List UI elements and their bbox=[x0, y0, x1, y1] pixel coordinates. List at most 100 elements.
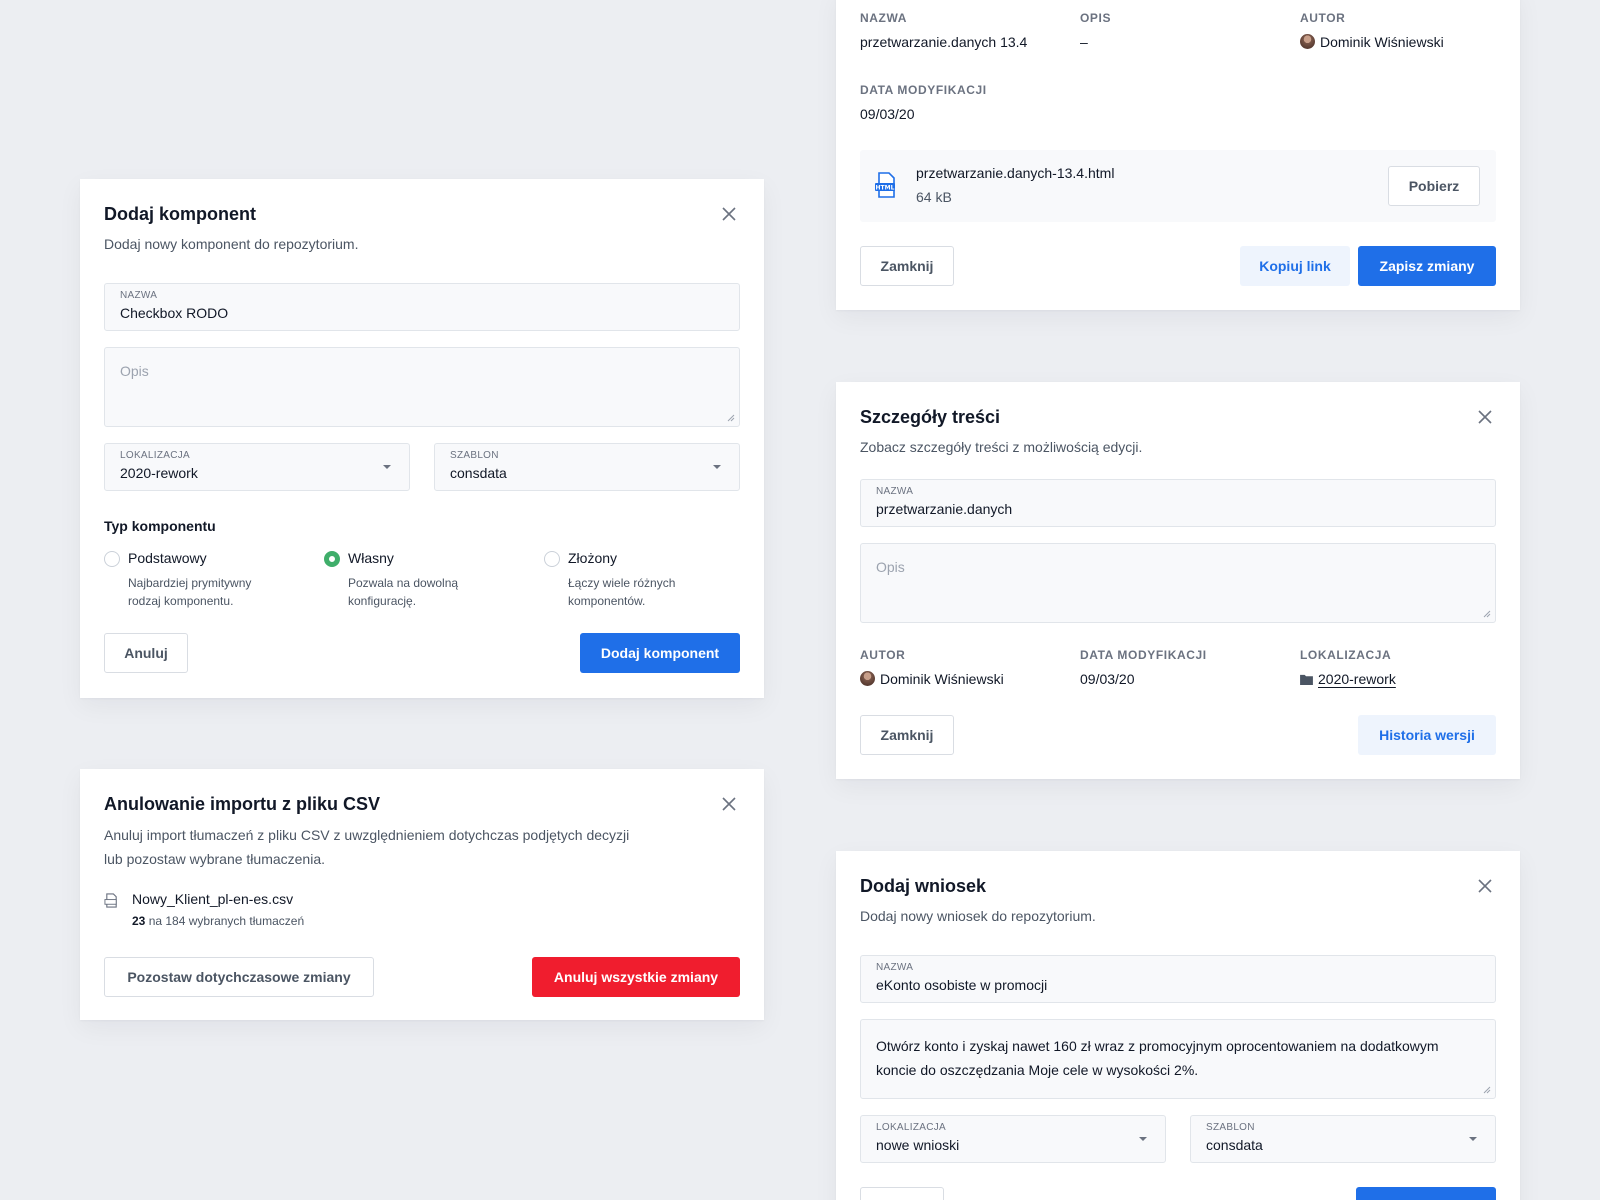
name-field[interactable]: NAZWA przetwarzanie.danych bbox=[860, 479, 1496, 527]
radio-basic[interactable] bbox=[104, 551, 120, 567]
location-label: LOKALIZACJA bbox=[120, 450, 190, 461]
attachment-file-name[interactable]: przetwarzanie.danych-13.4.html bbox=[916, 165, 1114, 181]
template-select[interactable]: SZABLON consdata bbox=[434, 443, 740, 491]
chevron-down-icon bbox=[1139, 1137, 1147, 1141]
avatar bbox=[860, 671, 875, 686]
name-field-label: NAZWA bbox=[876, 962, 914, 973]
subtitle-line-1: Anuluj import tłumaczeń z pliku CSV z uw… bbox=[104, 827, 630, 843]
name-field-label: NAZWA bbox=[120, 290, 158, 301]
close-icon[interactable] bbox=[720, 205, 738, 223]
template-value: consdata bbox=[1206, 1137, 1263, 1153]
cancel-button[interactable]: Anuluj bbox=[104, 633, 188, 673]
radio-basic-desc-1: Najbardziej prymitywny bbox=[128, 576, 252, 590]
name-field[interactable]: NAZWA eKonto osobiste w promocji bbox=[860, 955, 1496, 1003]
save-changes-button[interactable]: Zapisz zmiany bbox=[1358, 246, 1496, 286]
subtitle-line-2: lub pozostaw wybrane tłumaczenia. bbox=[104, 851, 326, 867]
dialog-title: Szczegóły treści bbox=[860, 407, 1001, 427]
component-type-heading: Typ komponentu bbox=[104, 518, 216, 534]
radio-custom-label[interactable]: Własny bbox=[348, 550, 394, 566]
location-select[interactable]: LOKALIZACJA 2020-rework bbox=[104, 443, 410, 491]
version-history-button[interactable]: Historia wersji bbox=[1358, 715, 1496, 755]
description-label: OPIS bbox=[1080, 11, 1112, 25]
name-field-value: przetwarzanie.danych bbox=[876, 501, 1013, 517]
add-request-dialog: Dodaj wniosek Dodaj nowy wniosek do repo… bbox=[836, 851, 1520, 1200]
resize-handle-icon[interactable] bbox=[1483, 1086, 1491, 1094]
modified-label: DATA MODYFIKACJI bbox=[1080, 648, 1207, 662]
author-value: Dominik Wiśniewski bbox=[1300, 34, 1444, 50]
radio-composite-desc-1: Łączy wiele różnych bbox=[568, 576, 676, 590]
folder-icon bbox=[1300, 674, 1313, 685]
modified-value: 09/03/20 bbox=[1080, 671, 1135, 687]
radio-basic-desc-2: rodzaj komponentu. bbox=[128, 594, 234, 608]
resize-handle-icon[interactable] bbox=[1483, 610, 1491, 618]
description-textarea[interactable]: Otwórz konto i zyskaj nawet 160 zł wraz … bbox=[860, 1019, 1496, 1099]
name-field-value: eKonto osobiste w promocji bbox=[876, 977, 1048, 993]
location-value: 2020-rework bbox=[120, 465, 198, 481]
description-value: Otwórz konto i zyskaj nawet 160 zł wraz … bbox=[876, 1038, 1439, 1078]
close-icon[interactable] bbox=[1476, 877, 1494, 895]
name-field[interactable]: NAZWA Checkbox RODO bbox=[104, 283, 740, 331]
resize-handle-icon[interactable] bbox=[727, 414, 735, 422]
author-name: Dominik Wiśniewski bbox=[1320, 34, 1444, 50]
description-textarea[interactable]: Opis bbox=[104, 347, 740, 427]
add-component-button[interactable]: Dodaj komponent bbox=[580, 633, 740, 673]
location-link[interactable]: 2020-rework bbox=[1318, 671, 1396, 687]
dialog-subtitle: Dodaj nowy komponent do repozytorium. bbox=[104, 236, 359, 252]
location-label: LOKALIZACJA bbox=[1300, 648, 1392, 662]
radio-composite-label[interactable]: Złożony bbox=[568, 550, 617, 566]
template-label: SZABLON bbox=[1206, 1122, 1255, 1133]
close-button[interactable]: Zamknij bbox=[860, 246, 954, 286]
name-label: NAZWA bbox=[860, 11, 907, 25]
dialog-title: Anulowanie importu z pliku CSV bbox=[104, 794, 381, 814]
location-label: LOKALIZACJA bbox=[876, 1122, 946, 1133]
file-details-dialog: NAZWA przetwarzanie.danych 13.4 OPIS – A… bbox=[836, 0, 1520, 310]
radio-basic-label[interactable]: Podstawowy bbox=[128, 550, 207, 566]
radio-composite-desc-2: komponentów. bbox=[568, 594, 646, 608]
svg-text:HTML: HTML bbox=[876, 185, 895, 192]
count-text: na 184 wybranych tłumaczeń bbox=[148, 914, 305, 928]
location-select[interactable]: LOKALIZACJA nowe wnioski bbox=[860, 1115, 1166, 1163]
modified-label: DATA MODYFIKACJI bbox=[860, 83, 987, 97]
close-icon[interactable] bbox=[720, 795, 738, 813]
dialog-title: Dodaj wniosek bbox=[860, 876, 987, 896]
attachment-row: HTML przetwarzanie.danych-13.4.html 64 k… bbox=[860, 150, 1496, 222]
radio-composite[interactable] bbox=[544, 551, 560, 567]
add-component-dialog: Dodaj komponent Dodaj nowy komponent do … bbox=[80, 179, 764, 698]
csv-file-name: Nowy_Klient_pl-en-es.csv bbox=[132, 891, 294, 907]
author-name: Dominik Wiśniewski bbox=[880, 671, 1004, 687]
template-label: SZABLON bbox=[450, 450, 499, 461]
description-value: – bbox=[1080, 34, 1088, 50]
location-value: 2020-rework bbox=[1300, 671, 1396, 687]
close-button[interactable]: Zamknij bbox=[860, 715, 954, 755]
chevron-down-icon bbox=[713, 465, 721, 469]
download-button[interactable]: Pobierz bbox=[1388, 166, 1480, 206]
description-textarea[interactable]: Opis bbox=[860, 543, 1496, 623]
chevron-down-icon bbox=[383, 465, 391, 469]
keep-changes-button[interactable]: Pozostaw dotychczasowe zmiany bbox=[104, 957, 374, 997]
template-select[interactable]: SZABLON consdata bbox=[1190, 1115, 1496, 1163]
copy-link-button[interactable]: Kopiuj link bbox=[1240, 246, 1350, 286]
radio-custom-desc-1: Pozwala na dowolną bbox=[348, 576, 459, 590]
avatar bbox=[1300, 34, 1315, 49]
location-value: nowe wnioski bbox=[876, 1137, 960, 1153]
dialog-subtitle: Zobacz szczegóły treści z możliwością ed… bbox=[860, 439, 1143, 455]
cancel-import-dialog: Anulowanie importu z pliku CSV Anuluj im… bbox=[80, 769, 764, 1020]
cancel-all-changes-button[interactable]: Anuluj wszystkie zmiany bbox=[532, 957, 740, 997]
radio-custom-desc-2: konfigurację. bbox=[348, 594, 417, 608]
dialog-subtitle: Anuluj import tłumaczeń z pliku CSV z uw… bbox=[104, 823, 740, 871]
description-placeholder: Opis bbox=[120, 363, 149, 379]
dialog-title: Dodaj komponent bbox=[104, 204, 256, 224]
selected-count: 23 bbox=[132, 914, 146, 928]
close-icon[interactable] bbox=[1476, 408, 1494, 426]
description-placeholder: Opis bbox=[876, 559, 905, 575]
translation-count: 23 na 184 wybranych tłumaczeń bbox=[132, 914, 304, 928]
name-field-label: NAZWA bbox=[876, 486, 914, 497]
modified-value: 09/03/20 bbox=[860, 106, 915, 122]
cancel-button[interactable] bbox=[860, 1187, 944, 1200]
add-request-button[interactable] bbox=[1356, 1187, 1496, 1200]
chevron-down-icon bbox=[1469, 1137, 1477, 1141]
name-value: przetwarzanie.danych 13.4 bbox=[860, 34, 1028, 50]
radio-custom[interactable] bbox=[324, 551, 340, 567]
html-file-icon: HTML bbox=[875, 172, 895, 198]
csv-file-icon bbox=[104, 893, 117, 908]
